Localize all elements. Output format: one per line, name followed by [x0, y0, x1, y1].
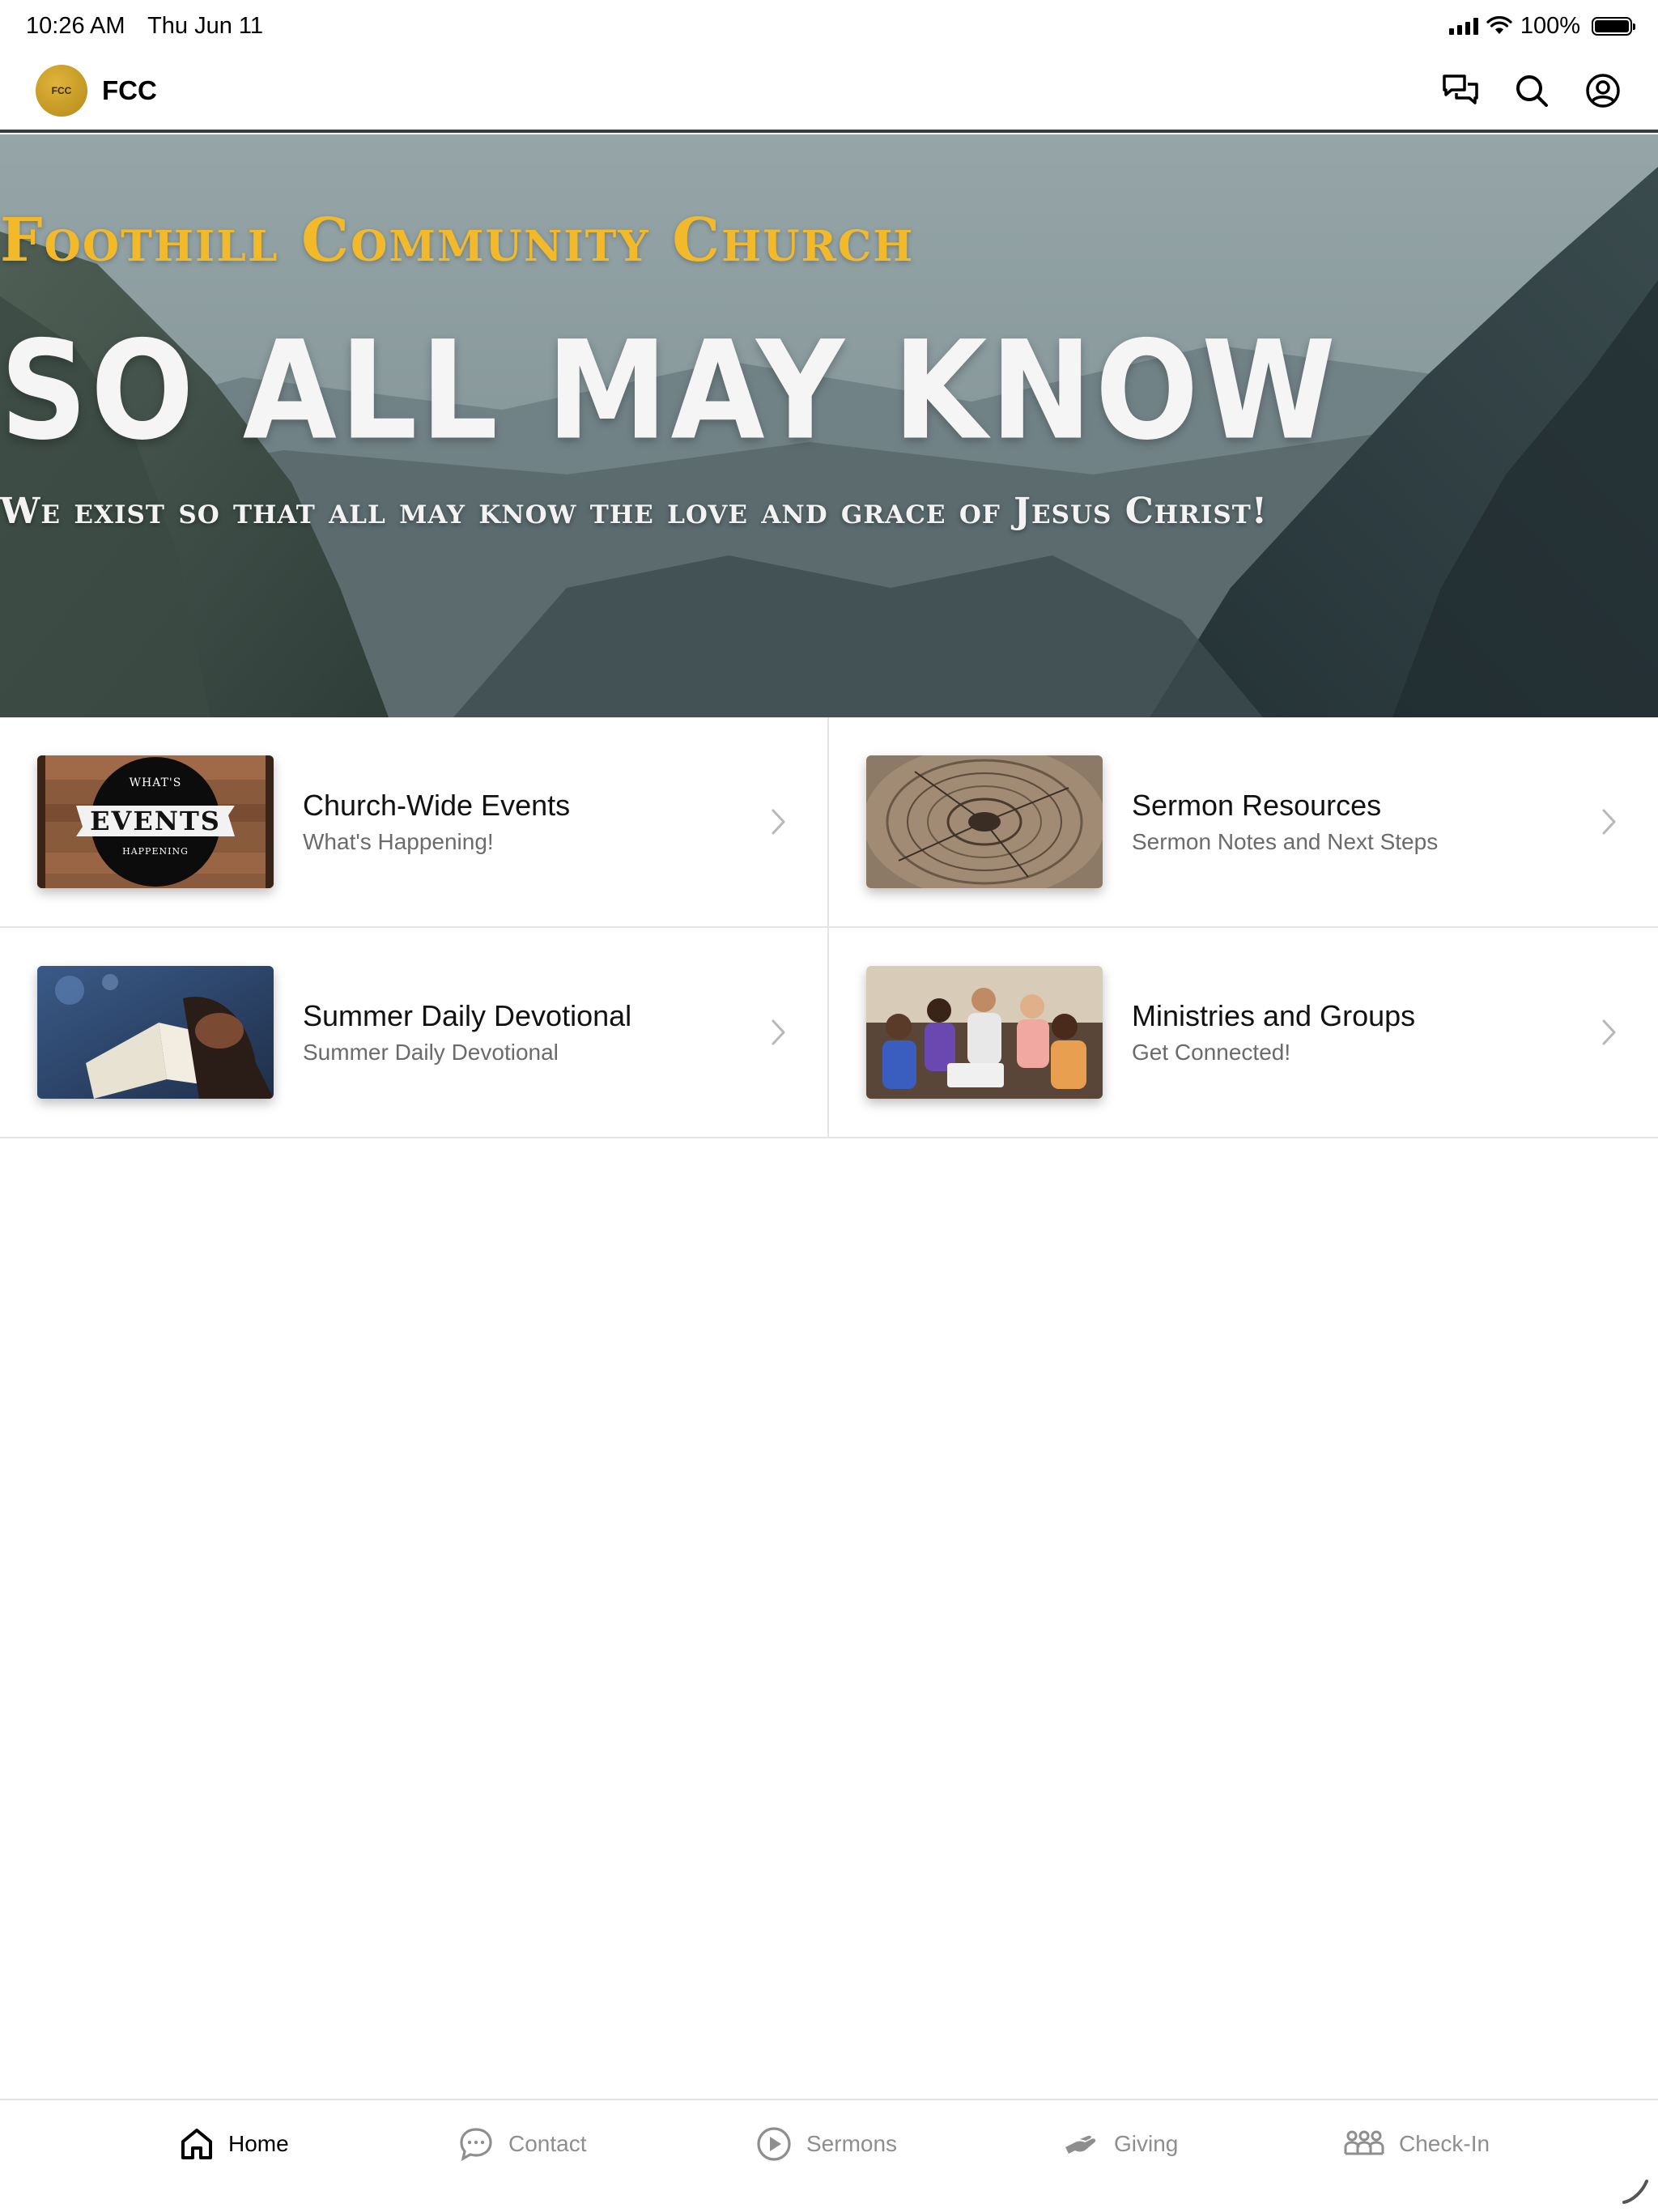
tab-contact[interactable]: Contact [458, 2121, 587, 2167]
wifi-icon [1486, 16, 1512, 34]
nav-bar: FCC FCC [0, 52, 1658, 133]
tile-title: Sermon Resources [1132, 789, 1382, 822]
tab-label: Home [228, 2131, 289, 2156]
app-screen: 10:26 AM Thu Jun 11 100% FCC FCC Foothil… [0, 0, 1658, 2212]
status-date: Thu Jun 11 [147, 12, 264, 39]
tab-giving[interactable]: Giving [1064, 2121, 1178, 2167]
tab-label: Check-In [1399, 2131, 1490, 2156]
hero-tagline: We exist so that all may know the love a… [0, 491, 1269, 532]
events-thumb-main: EVENTS [90, 806, 221, 836]
tile-sermon-resources[interactable]: Sermon Resources Sermon Notes and Next S… [829, 717, 1658, 928]
status-time: 10:26 AM [26, 12, 125, 39]
logo-text: FCC [51, 85, 72, 96]
messages-button[interactable] [1441, 71, 1480, 110]
status-bar: 10:26 AM Thu Jun 11 100% [0, 0, 1658, 52]
tab-check-in[interactable]: Check-In [1344, 2121, 1490, 2167]
tab-label: Giving [1114, 2131, 1179, 2156]
tile-title: Ministries and Groups [1132, 999, 1416, 1032]
tile-subtitle: Get Connected! [1132, 1040, 1291, 1065]
tile-text: Summer Daily Devotional Summer Daily Dev… [303, 999, 631, 1066]
hero-headline: SO ALL MAY KNOW [0, 313, 1339, 470]
bible-reading-thumbnail [37, 966, 274, 1099]
status-right: 100% [1448, 12, 1635, 40]
chevron-right-icon [772, 1019, 785, 1045]
events-thumb-bottom: HAPPENING [122, 846, 189, 857]
battery-icon [1592, 16, 1635, 36]
cellular-signal-icon [1448, 17, 1478, 35]
tile-title: Church-Wide Events [303, 789, 571, 822]
app-title: FCC [102, 75, 157, 105]
hero-banner[interactable]: Foothill Community Church SO ALL MAY KNO… [0, 134, 1658, 717]
chevron-right-icon [772, 809, 785, 835]
tile-text: Ministries and Groups Get Connected! [1132, 999, 1415, 1066]
tab-bar: Home Contact Sermons Giving Check-In [0, 2099, 1658, 2212]
home-icon [181, 2129, 212, 2159]
resize-handle-icon[interactable] [1621, 2176, 1650, 2206]
tile-text: Sermon Resources Sermon Notes and Next S… [1132, 789, 1438, 855]
tab-label: Sermons [806, 2131, 898, 2156]
people-group-icon [1344, 2130, 1384, 2155]
tile-church-wide-events[interactable]: WHAT'S EVENTS HAPPENING Church-Wide Even… [0, 717, 829, 928]
account-icon [1586, 74, 1620, 108]
tab-label: Contact [508, 2131, 587, 2156]
account-button[interactable] [1584, 71, 1622, 110]
tab-sermons[interactable]: Sermons [756, 2121, 897, 2167]
events-thumbnail: WHAT'S EVENTS HAPPENING [37, 755, 274, 888]
church-logo: FCC [36, 65, 87, 117]
chat-bubble-icon [460, 2128, 492, 2162]
search-icon [1516, 75, 1548, 107]
battery-percent: 100% [1520, 12, 1580, 39]
content-grid: WHAT'S EVENTS HAPPENING Church-Wide Even… [0, 717, 1658, 1138]
tile-subtitle: What's Happening! [303, 829, 494, 854]
brand[interactable]: FCC FCC [36, 65, 157, 117]
play-circle-icon [757, 2127, 791, 2161]
status-left: 10:26 AM Thu Jun 11 [26, 13, 279, 40]
wood-rings-thumbnail [866, 755, 1103, 888]
chevron-right-icon [1602, 809, 1616, 835]
tab-home[interactable]: Home [180, 2121, 289, 2167]
small-group-thumbnail [866, 966, 1103, 1099]
tile-subtitle: Sermon Notes and Next Steps [1132, 829, 1439, 854]
tile-subtitle: Summer Daily Devotional [303, 1040, 559, 1065]
tile-title: Summer Daily Devotional [303, 999, 632, 1032]
search-button[interactable] [1512, 71, 1551, 110]
chevron-right-icon [1602, 1019, 1616, 1045]
nav-actions [1441, 71, 1622, 110]
hero-kicker: Foothill Community Church [0, 206, 915, 275]
messages-icon [1443, 74, 1478, 104]
giving-hand-icon [1065, 2135, 1096, 2154]
tile-ministries-and-groups[interactable]: Ministries and Groups Get Connected! [829, 928, 1658, 1138]
tile-text: Church-Wide Events What's Happening! [303, 789, 570, 855]
events-thumb-top: WHAT'S [129, 776, 182, 789]
tile-summer-daily-devotional[interactable]: Summer Daily Devotional Summer Daily Dev… [0, 928, 829, 1138]
